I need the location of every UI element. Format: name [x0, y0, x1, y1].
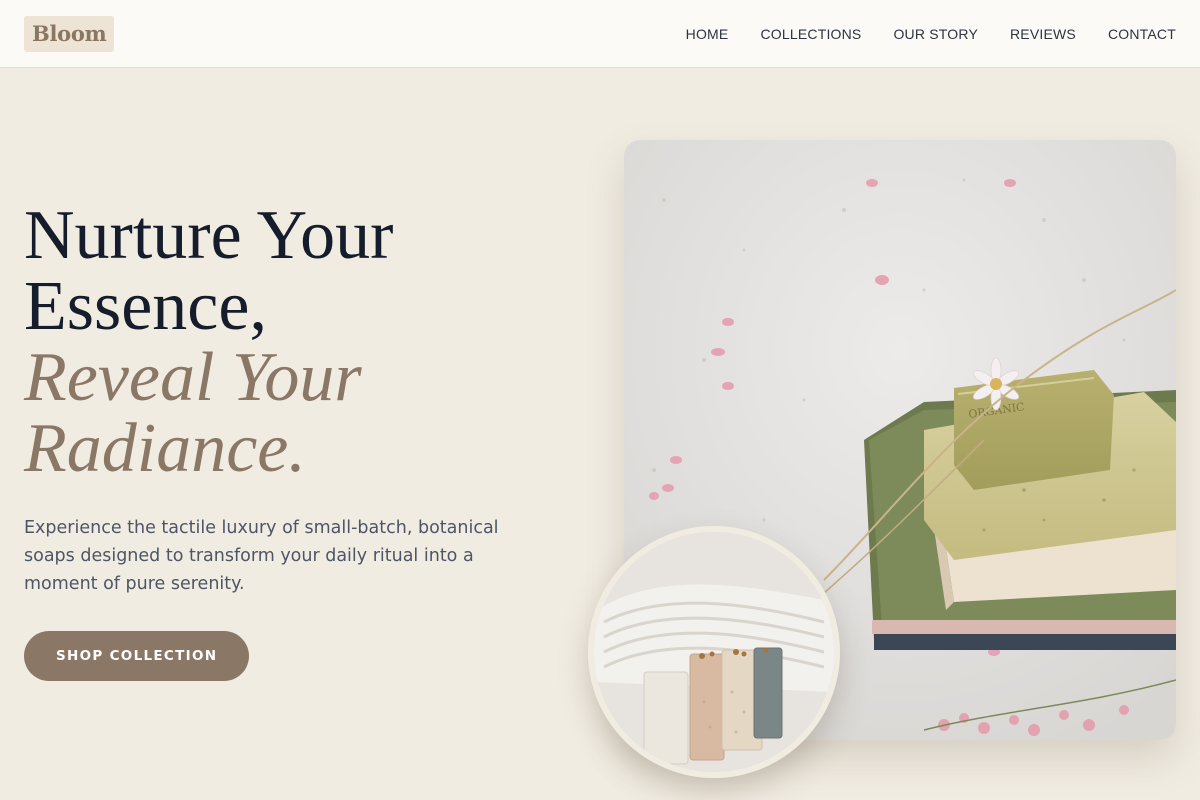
nav-collections[interactable]: COLLECTIONS [760, 26, 861, 42]
nav-reviews[interactable]: REVIEWS [1010, 26, 1076, 42]
soap-bars-illustration [594, 532, 834, 772]
headline-line-3: Reveal Your [24, 339, 362, 416]
headline-line-1: Nurture Your [24, 197, 394, 274]
site-header: Bloom HOME COLLECTIONS OUR STORY REVIEWS… [0, 0, 1200, 68]
hero-description: Experience the tactile luxury of small-b… [24, 518, 499, 594]
main-nav: HOME COLLECTIONS OUR STORY REVIEWS CONTA… [686, 26, 1176, 42]
nav-our-story[interactable]: OUR STORY [893, 26, 978, 42]
hero-headline: Nurture Your Essence, Reveal Your Radian… [24, 200, 544, 484]
inset-soap-bars-image [588, 526, 840, 778]
nav-home[interactable]: HOME [686, 26, 729, 42]
shop-collection-button[interactable]: SHOP COLLECTION [24, 631, 250, 681]
headline-line-4: Radiance. [24, 410, 306, 487]
headline-line-2: Essence, [24, 268, 267, 345]
nav-contact[interactable]: CONTACT [1108, 26, 1176, 42]
hero-section: Nurture Your Essence, Reveal Your Radian… [24, 200, 544, 681]
brand-logo[interactable]: Bloom [24, 15, 115, 52]
